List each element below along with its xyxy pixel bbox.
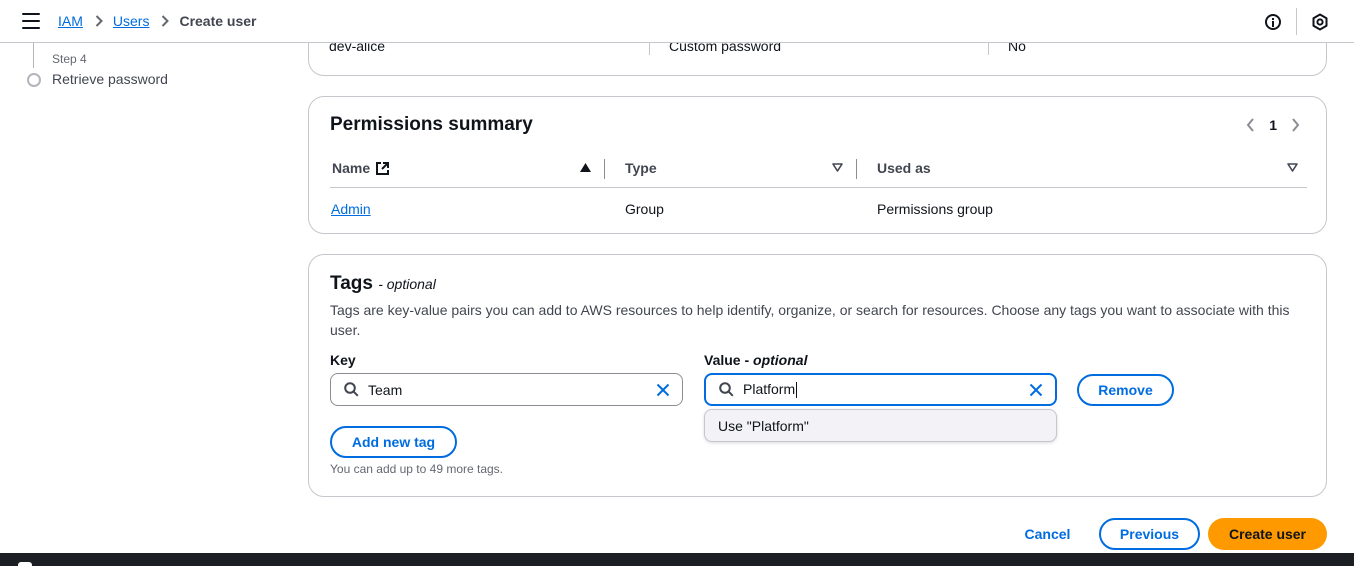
column-header-used-as[interactable]: Used as	[877, 160, 931, 176]
cancel-button[interactable]: Cancel	[1016, 518, 1079, 550]
column-separator[interactable]	[856, 159, 857, 179]
tag-value-current: Platform	[743, 380, 796, 397]
tags-panel: Tags - optional Tags are key-value pairs…	[308, 254, 1327, 497]
clear-icon[interactable]	[656, 383, 670, 397]
permission-name-link[interactable]: Admin	[331, 201, 371, 217]
chevron-right-icon[interactable]	[1291, 118, 1300, 132]
permission-type-cell: Group	[625, 201, 664, 217]
tag-key-label: Key	[330, 352, 356, 368]
tag-key-value: Team	[368, 381, 403, 398]
remove-tag-button[interactable]: Remove	[1077, 374, 1174, 406]
current-page-number[interactable]: 1	[1269, 117, 1277, 133]
breadcrumb-current-page: Create user	[179, 13, 257, 29]
tags-title: Tags - optional	[330, 273, 436, 295]
tag-key-input[interactable]: Team	[330, 373, 683, 406]
clear-icon[interactable]	[1029, 383, 1043, 397]
tags-title-text: Tags	[330, 273, 373, 294]
header-divider	[1296, 8, 1297, 35]
column-separator[interactable]	[604, 159, 605, 179]
taskbar-nub	[18, 562, 32, 566]
tags-optional-label: - optional	[378, 276, 436, 292]
step-status-circle-icon	[27, 73, 41, 87]
permission-used-as-cell: Permissions group	[877, 201, 993, 217]
search-icon	[719, 382, 734, 397]
breadcrumb: IAM Users Create user	[58, 13, 257, 29]
sort-ascending-icon[interactable]	[580, 163, 591, 172]
external-link-icon	[375, 161, 390, 176]
sort-caret-down-icon[interactable]	[832, 163, 843, 172]
chevron-right-icon	[95, 15, 103, 27]
tag-value-optional-label: optional	[753, 352, 808, 368]
step-title-retrieve-password[interactable]: Retrieve password	[52, 71, 168, 87]
column-header-name-label: Name	[332, 160, 371, 176]
tag-value-input[interactable]: Platform	[704, 373, 1057, 406]
menu-icon[interactable]	[22, 13, 40, 29]
column-header-name[interactable]: Name	[332, 160, 390, 176]
tag-value-text: Platform	[743, 380, 1029, 399]
tag-value-label: Value - optional	[704, 352, 807, 368]
top-navigation-bar: IAM Users Create user	[0, 0, 1354, 43]
settings-icon[interactable]	[1311, 13, 1329, 31]
info-icon[interactable]	[1265, 14, 1281, 30]
bottom-status-bar	[0, 553, 1354, 566]
tag-value-label-text: Value -	[704, 352, 754, 368]
permissions-summary-panel: Permissions summary 1 Name Type Used as …	[308, 96, 1327, 234]
pagination: 1	[1246, 117, 1300, 133]
chevron-left-icon[interactable]	[1246, 118, 1255, 132]
chevron-right-icon	[161, 15, 170, 27]
column-header-type[interactable]: Type	[625, 160, 657, 176]
table-header-divider	[330, 187, 1307, 188]
step-connector-line	[33, 43, 34, 68]
tags-description: Tags are key-value pairs you can add to …	[330, 302, 1290, 338]
search-icon	[344, 382, 359, 397]
breadcrumb-iam-link[interactable]: IAM	[58, 13, 83, 29]
text-caret	[796, 382, 798, 399]
add-new-tag-button[interactable]: Add new tag	[330, 426, 457, 458]
sort-caret-down-icon[interactable]	[1287, 163, 1298, 172]
value-suggestion-option[interactable]: Use "Platform"	[704, 409, 1057, 442]
previous-button[interactable]: Previous	[1099, 518, 1200, 550]
step-number-label: Step 4	[52, 52, 87, 66]
create-user-button[interactable]: Create user	[1208, 518, 1327, 550]
tags-limit-hint: You can add up to 49 more tags.	[330, 462, 504, 476]
breadcrumb-users-link[interactable]: Users	[113, 13, 150, 29]
permissions-summary-title: Permissions summary	[330, 114, 533, 135]
